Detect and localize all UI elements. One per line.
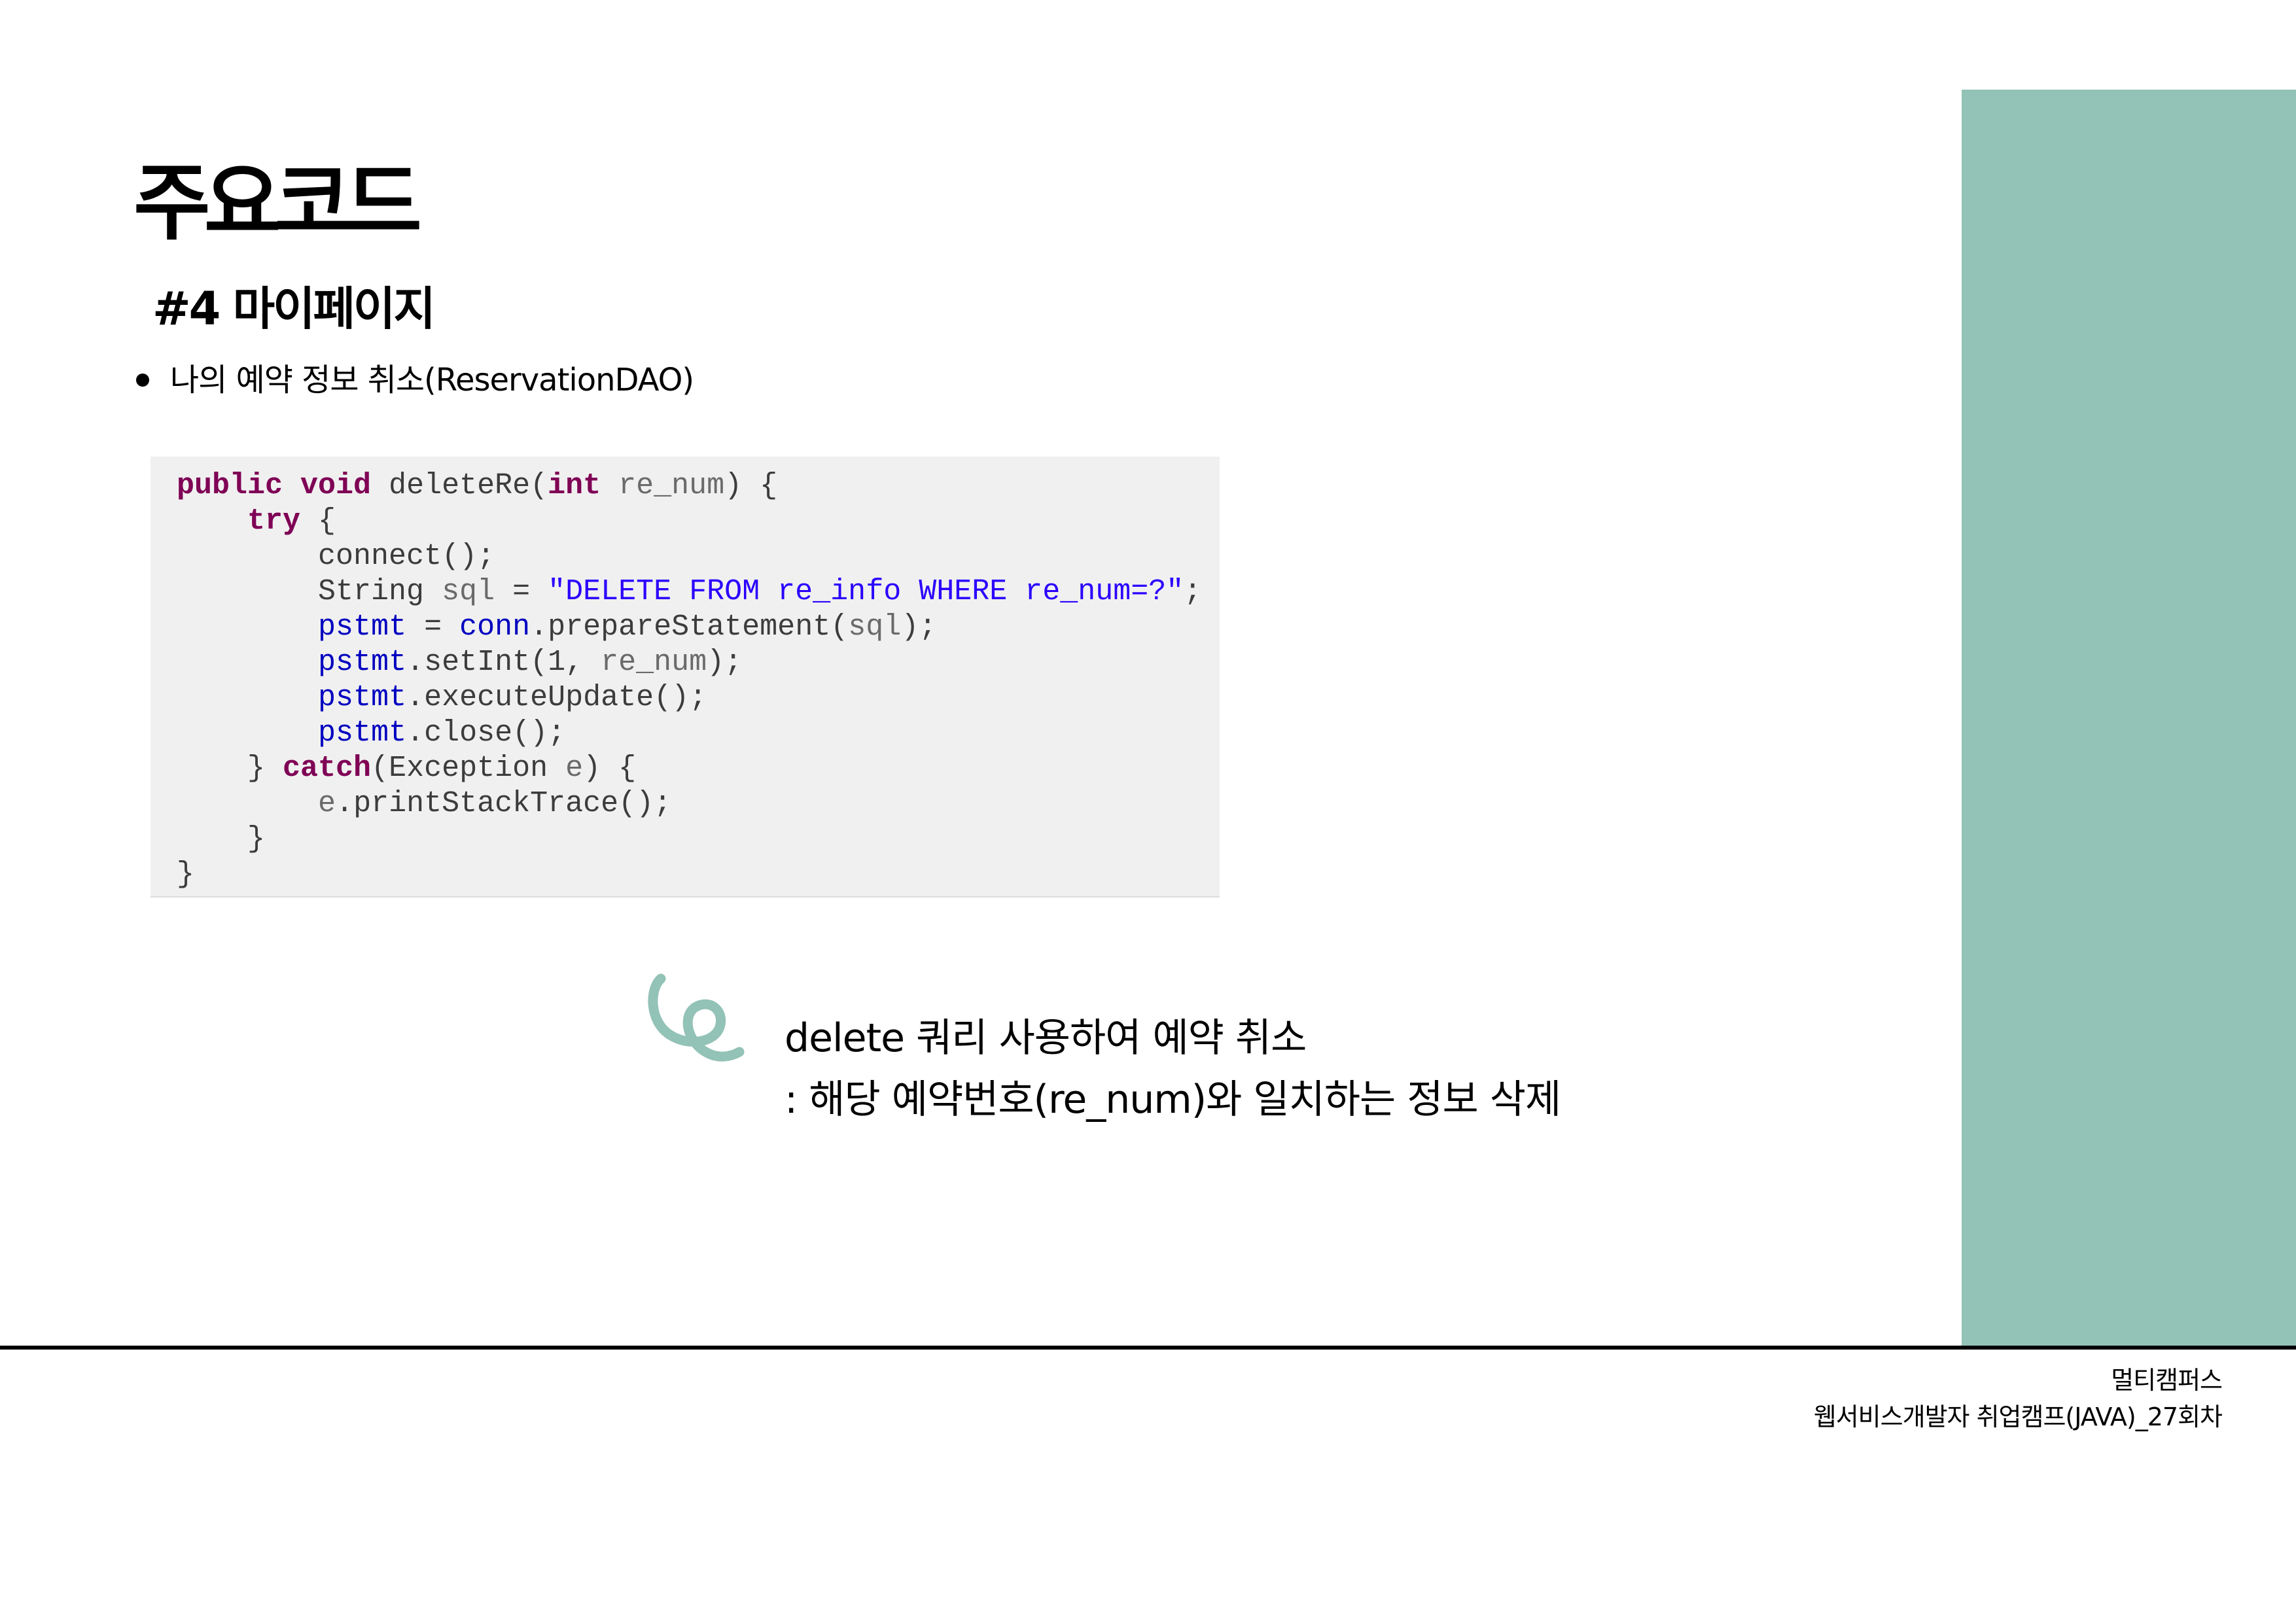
code-token: .prepareStatement(: [530, 610, 849, 644]
code-token: sql: [442, 575, 495, 608]
code-token: int: [548, 469, 601, 502]
code-token: }: [177, 858, 195, 891]
code-line: pstmt.setInt(1, re_num);: [177, 645, 1201, 680]
code-token: (Exception: [371, 752, 566, 785]
code-token: ) {: [724, 469, 778, 502]
code-token: re_num: [601, 646, 707, 679]
code-token: conn: [459, 610, 531, 644]
code-token: sql: [848, 610, 902, 644]
explanation-line-1: delete 쿼리 사용하여 예약 취소: [785, 1015, 1307, 1061]
footer-organization: 멀티캠퍼스: [2111, 1366, 2223, 1395]
code-token: deleteRe(: [371, 469, 548, 502]
footer-course: 웹서비스개발자 취업캠프(JAVA)_27회차: [1813, 1403, 2223, 1431]
side-accent-panel: [1962, 90, 2296, 1348]
footer: 멀티캠퍼스 웹서비스개발자 취업캠프(JAVA)_27회차: [1813, 1362, 2223, 1435]
code-token: pstmt: [318, 646, 407, 679]
code-token: =: [495, 575, 548, 608]
code-token: }: [177, 822, 266, 856]
swirl-e-icon: [648, 973, 745, 1062]
code-block: public void deleteRe(int re_num) { try {…: [150, 457, 1220, 898]
code-line: } catch(Exception e) {: [177, 751, 1201, 786]
section-title: #4 마이페이지: [152, 282, 436, 336]
code-lines: public void deleteRe(int re_num) { try {…: [177, 468, 1201, 892]
code-token: );: [901, 610, 937, 644]
code-token: .executeUpdate();: [406, 681, 707, 714]
code-token: connect();: [177, 540, 495, 573]
code-line: pstmt.executeUpdate();: [177, 680, 1201, 716]
code-token: pstmt: [318, 681, 407, 714]
page-title: 주요코드: [133, 154, 422, 252]
explanation-line-2: : 해당 예약번호(re_num)와 일치하는 정보 삭제: [785, 1077, 1561, 1123]
code-explanation: delete 쿼리 사용하여 예약 취소 : 해당 예약번호(re_num)와 …: [785, 1007, 1561, 1130]
code-token: }: [177, 752, 283, 785]
code-token: try: [247, 504, 301, 538]
code-token: .printStackTrace();: [336, 787, 672, 820]
code-token: catch: [283, 752, 372, 785]
code-line: connect();: [177, 539, 1201, 574]
code-token: {: [300, 504, 336, 538]
code-line: }: [177, 857, 1201, 892]
footer-divider: [0, 1346, 2296, 1350]
code-line: e.printStackTrace();: [177, 786, 1201, 822]
bullet-dot-icon: [136, 374, 149, 387]
code-line: try {: [177, 504, 1201, 539]
code-token: e: [318, 787, 336, 820]
code-token: ;: [1184, 575, 1202, 608]
code-token: e: [565, 752, 584, 785]
code-token: re_num: [601, 469, 725, 502]
code-line: String sql = "DELETE FROM re_info WHERE …: [177, 574, 1201, 610]
code-line: pstmt.close();: [177, 716, 1201, 751]
bullet-item: 나의 예약 정보 취소(ReservationDAO): [136, 357, 694, 403]
code-token: .setInt(1,: [406, 646, 601, 679]
code-line: }: [177, 822, 1201, 857]
code-token: "DELETE FROM re_info WHERE re_num=?": [548, 575, 1184, 608]
code-token: );: [707, 646, 743, 679]
code-token: String: [177, 575, 442, 608]
code-token: =: [406, 610, 460, 644]
bullet-text: 나의 예약 정보 취소(ReservationDAO): [170, 362, 694, 398]
code-token: pstmt: [318, 610, 407, 644]
code-token: .close();: [406, 716, 566, 750]
code-token: ) {: [583, 752, 637, 785]
code-line: public void deleteRe(int re_num) {: [177, 468, 1201, 504]
code-token: pstmt: [318, 716, 407, 750]
code-token: public void: [177, 469, 372, 502]
code-line: pstmt = conn.prepareStatement(sql);: [177, 610, 1201, 645]
